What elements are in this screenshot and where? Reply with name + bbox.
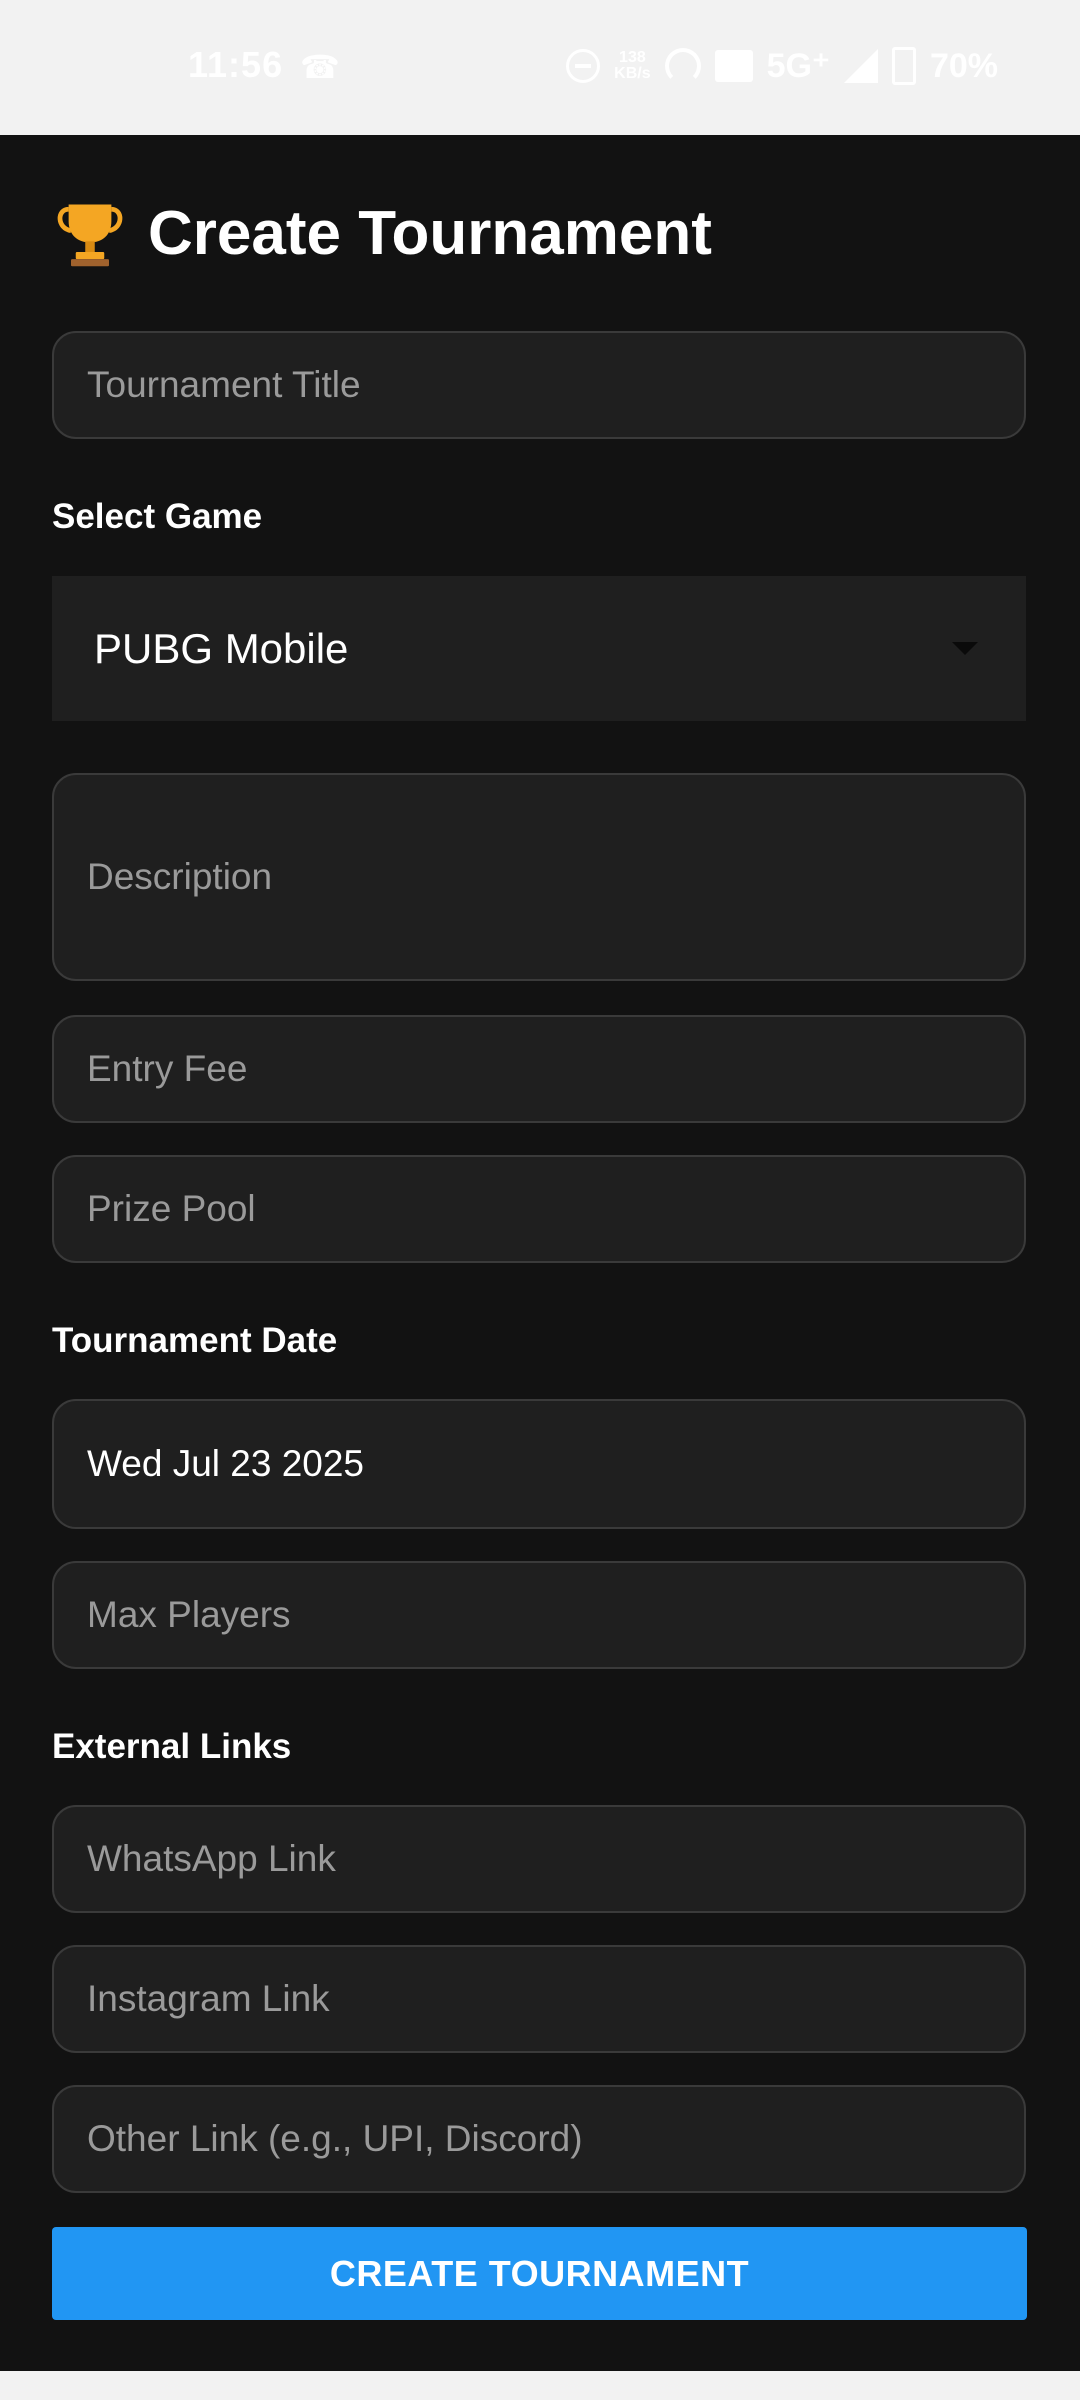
select-game-label: Select Game <box>52 497 263 536</box>
tournament-date-value: Wed Jul 23 2025 <box>87 1443 365 1484</box>
entry-fee-input[interactable]: Entry Fee <box>52 1015 1026 1123</box>
other-link-input[interactable]: Other Link (e.g., UPI, Discord) <box>52 2085 1026 2193</box>
net-speed-value: 138 <box>619 49 646 66</box>
tournament-title-placeholder: Tournament Title <box>87 364 361 405</box>
game-select-value: PUBG Mobile <box>94 624 349 672</box>
description-placeholder: Description <box>87 856 273 897</box>
prize-pool-placeholder: Prize Pool <box>87 1188 256 1229</box>
create-tournament-screen: Create Tournament Tournament Title Selec… <box>0 135 1080 2371</box>
dnd-icon <box>566 49 601 83</box>
entry-fee-placeholder: Entry Fee <box>87 1048 248 1089</box>
battery-level: 70% <box>929 46 998 85</box>
net-speed-unit: KB/s <box>614 65 651 82</box>
signal-icon <box>843 49 878 83</box>
battery-icon <box>891 47 916 85</box>
hotspot-icon <box>664 48 701 84</box>
page-title: Create Tournament <box>148 198 712 268</box>
net-speed: 138 KB/s <box>614 50 650 82</box>
status-bar: 11:56 ☎ 138 KB/s 5G⁺ 70% <box>0 0 1080 135</box>
instagram-link-input[interactable]: Instagram Link <box>52 1945 1026 2053</box>
caret-down-icon <box>952 642 978 655</box>
call-icon: ☎ <box>300 49 340 85</box>
whatsapp-link-input[interactable]: WhatsApp Link <box>52 1805 1026 1913</box>
status-time: 11:56 <box>188 44 284 85</box>
trophy-icon <box>57 204 123 267</box>
page-header: Create Tournament <box>52 195 712 271</box>
game-select[interactable]: PUBG Mobile <box>52 576 1026 721</box>
tournament-date-label: Tournament Date <box>52 1321 338 1360</box>
description-input[interactable]: Description <box>52 773 1026 981</box>
create-tournament-button[interactable]: CREATE TOURNAMENT <box>52 2227 1027 2320</box>
vowifi-icon <box>714 50 753 82</box>
whatsapp-link-placeholder: WhatsApp Link <box>87 1838 336 1879</box>
other-link-placeholder: Other Link (e.g., UPI, Discord) <box>87 2118 583 2159</box>
status-icons: 138 KB/s 5G⁺ 70% <box>566 46 998 86</box>
external-links-label: External Links <box>52 1727 292 1766</box>
network-type: 5G⁺ <box>766 47 830 85</box>
prize-pool-input[interactable]: Prize Pool <box>52 1155 1026 1263</box>
instagram-link-placeholder: Instagram Link <box>87 1978 330 2019</box>
tournament-title-input[interactable]: Tournament Title <box>52 331 1026 439</box>
max-players-placeholder: Max Players <box>87 1594 291 1635</box>
max-players-input[interactable]: Max Players <box>52 1561 1026 1669</box>
tournament-date-field[interactable]: Wed Jul 23 2025 <box>52 1399 1026 1529</box>
